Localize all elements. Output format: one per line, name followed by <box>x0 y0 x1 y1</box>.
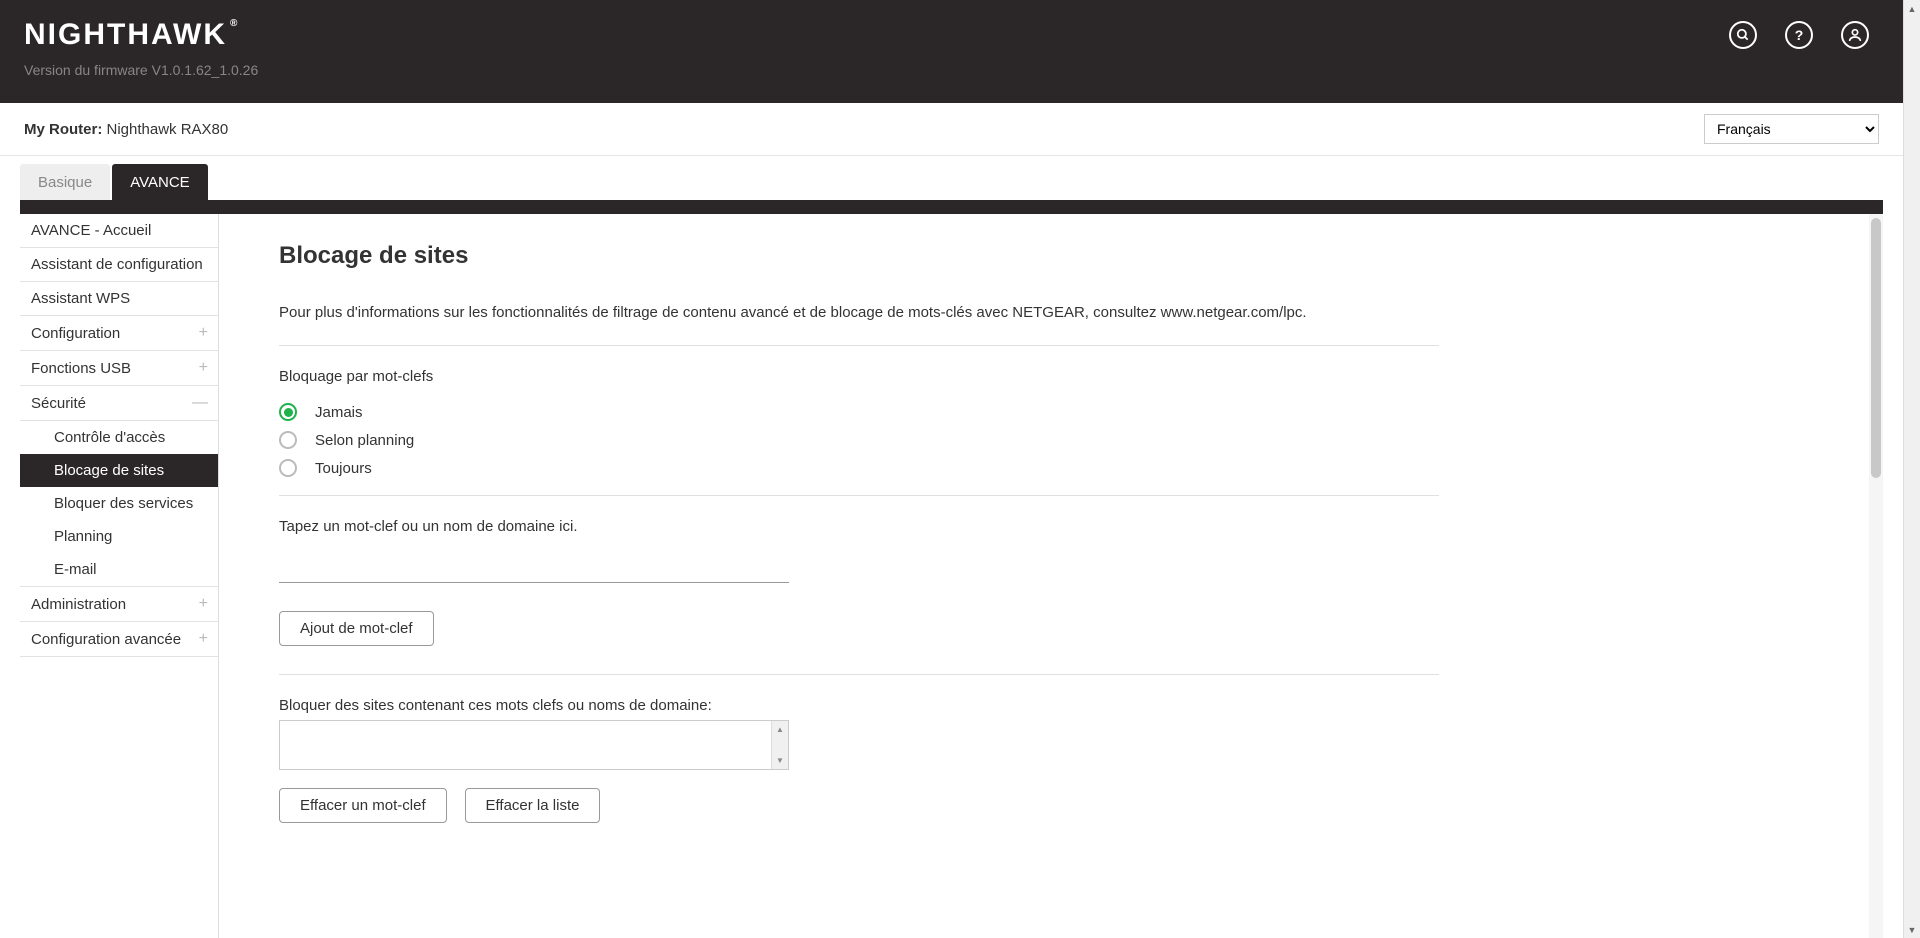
language-select[interactable]: Français <box>1704 114 1879 144</box>
info-text: Pour plus d'informations sur les fonctio… <box>279 304 1439 321</box>
plus-icon: + <box>199 595 208 613</box>
keyword-section-label: Bloquage par mot-clefs <box>279 368 1439 385</box>
keyword-prompt: Tapez un mot-clef ou un nom de domaine i… <box>279 518 1439 535</box>
add-keyword-button[interactable]: Ajout de mot-clef <box>279 611 434 646</box>
keyword-input[interactable] <box>279 553 789 583</box>
help-icon[interactable]: ? <box>1785 21 1813 49</box>
keyword-radio-group: Jamais Selon planning Toujours <box>279 403 1439 477</box>
radio-always[interactable]: Toujours <box>279 459 1439 477</box>
plus-icon: + <box>199 359 208 377</box>
divider <box>279 674 1439 675</box>
radio-always-label: Toujours <box>315 460 372 477</box>
sidebar-item-advanced-config[interactable]: Configuration avancée+ <box>20 622 218 657</box>
sidebar-sub-block-sites[interactable]: Blocage de sites <box>20 454 218 487</box>
tab-strip <box>20 200 1883 214</box>
sidebar-sub-email[interactable]: E-mail <box>20 553 218 586</box>
sidebar-item-wps-wizard[interactable]: Assistant WPS <box>20 282 218 316</box>
divider <box>279 345 1439 346</box>
plus-icon: + <box>199 630 208 648</box>
block-list-label: Bloquer des sites contenant ces mots cle… <box>279 697 1439 714</box>
sidebar-item-setup-wizard[interactable]: Assistant de configuration <box>20 248 218 282</box>
radio-icon <box>279 459 297 477</box>
tab-basic[interactable]: Basique <box>20 164 110 200</box>
radio-icon <box>279 403 297 421</box>
sidebar-item-security[interactable]: Sécurité— <box>20 386 218 421</box>
radio-never-label: Jamais <box>315 404 363 421</box>
sidebar-item-administration[interactable]: Administration+ <box>20 586 218 622</box>
scroll-up-icon[interactable]: ▲ <box>772 721 788 738</box>
radio-schedule[interactable]: Selon planning <box>279 431 1439 449</box>
listbox-scrollbar[interactable]: ▲ ▼ <box>771 721 788 769</box>
sidebar-item-home[interactable]: AVANCE - Accueil <box>20 214 218 248</box>
tab-advanced[interactable]: AVANCE <box>112 164 207 200</box>
minus-icon: — <box>192 394 208 412</box>
sidebar-item-configuration[interactable]: Configuration+ <box>20 316 218 351</box>
brand-logo: NIGHTHAWK® <box>24 18 239 52</box>
user-icon[interactable] <box>1841 21 1869 49</box>
radio-never[interactable]: Jamais <box>279 403 1439 421</box>
window-scrollbar[interactable]: ▲ ▼ <box>1903 0 1920 938</box>
page-title: Blocage de sites <box>279 242 1439 270</box>
sidebar-sub-access-control[interactable]: Contrôle d'accès <box>20 421 218 454</box>
sidebar: AVANCE - Accueil Assistant de configurat… <box>20 214 219 938</box>
scroll-down-icon[interactable]: ▼ <box>772 752 788 769</box>
router-bar: My Router: Nighthawk RAX80 Français <box>0 103 1903 156</box>
plus-icon: + <box>199 324 208 342</box>
firmware-version: Version du firmware V1.0.1.62_1.0.26 <box>24 62 1879 78</box>
top-header: NIGHTHAWK® ? Version du firmware V1.0.1.… <box>0 0 1903 103</box>
scroll-down-icon[interactable]: ▼ <box>1904 921 1920 938</box>
tab-bar: Basique AVANCE <box>0 156 1903 200</box>
content-scrollbar[interactable] <box>1869 214 1883 938</box>
radio-schedule-label: Selon planning <box>315 432 414 449</box>
blocked-keywords-listbox[interactable]: ▲ ▼ <box>279 720 789 770</box>
divider <box>279 495 1439 496</box>
sidebar-sub-block-services[interactable]: Bloquer des services <box>20 487 218 520</box>
delete-keyword-button[interactable]: Effacer un mot-clef <box>279 788 447 823</box>
radio-icon <box>279 431 297 449</box>
router-label: My Router: Nighthawk RAX80 <box>24 121 228 138</box>
search-icon[interactable] <box>1729 21 1757 49</box>
sidebar-sub-planning[interactable]: Planning <box>20 520 218 553</box>
scroll-up-icon[interactable]: ▲ <box>1904 0 1920 17</box>
top-icon-bar: ? <box>1729 21 1869 49</box>
content-area: Blocage de sites Pour plus d'information… <box>219 214 1883 938</box>
scrollbar-thumb[interactable] <box>1871 218 1881 478</box>
clear-list-button[interactable]: Effacer la liste <box>465 788 601 823</box>
sidebar-item-usb[interactable]: Fonctions USB+ <box>20 351 218 386</box>
